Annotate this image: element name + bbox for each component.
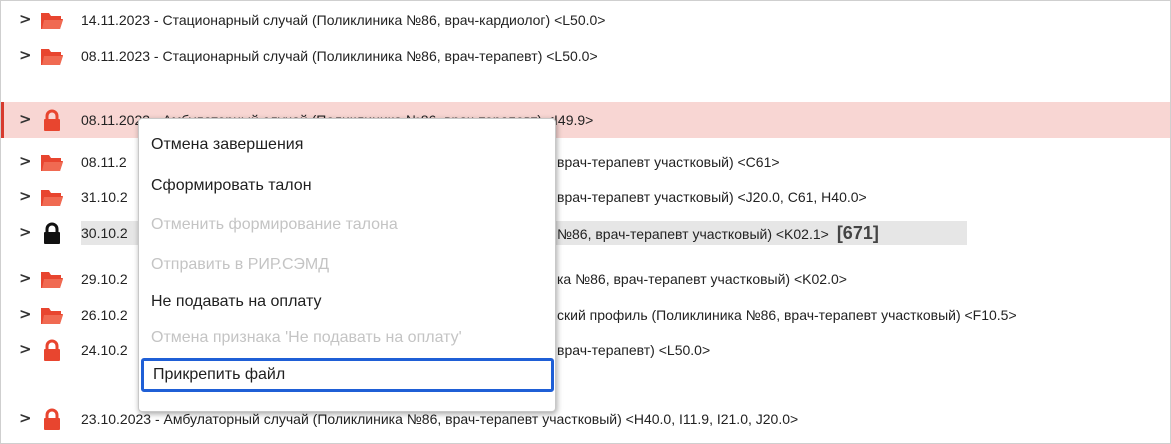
menu-item-send-semd: Отправить в РИР.СЭМД: [151, 256, 330, 273]
open-folder-icon: [41, 13, 63, 29]
chevron-right-icon[interactable]: >: [19, 408, 32, 428]
list-item-label-tail: №86, врач-терапевт участковый) <K02.1> [6…: [557, 221, 879, 245]
list-item-label-tail: врач-терапевт участковый) <J20.0, C61, H…: [557, 189, 867, 205]
list-item-label-tail: врач-терапевт участковый) <C61>: [557, 154, 780, 170]
black-lock-icon: [44, 222, 60, 244]
menu-item-attach-file[interactable]: Прикрепить файл: [141, 358, 554, 392]
chevron-right-icon[interactable]: >: [19, 268, 32, 288]
list-item-label: 08.11.2: [81, 154, 127, 170]
chevron-right-icon[interactable]: >: [19, 186, 32, 206]
menu-item-generate-ticket[interactable]: Сформировать талон: [139, 169, 555, 203]
open-folder-icon: [41, 155, 63, 171]
red-lock-icon: [44, 408, 60, 430]
open-folder-icon: [41, 49, 63, 65]
list-item-label: 14.11.2023 - Стационарный случай (Поликл…: [81, 12, 606, 28]
list-item-label-tail: ка №86, врач-терапевт участковый) <K02.0…: [557, 271, 847, 287]
list-item-tail-text: №86, врач-терапевт участковый) <K02.1>: [557, 226, 829, 242]
menu-item-cancel-ticket: Отменить формирование талона: [151, 216, 398, 233]
open-folder-icon: [41, 190, 63, 206]
chevron-right-icon[interactable]: >: [19, 304, 32, 324]
chevron-right-icon[interactable]: >: [19, 151, 32, 171]
menu-item-do-not-pay[interactable]: Не подавать на оплату: [139, 285, 555, 319]
count-badge: [671]: [836, 223, 879, 243]
list-item-label: 24.10.2: [81, 342, 128, 358]
list-item[interactable]: > 08.11.2023 - Стационарный случай (Поли…: [1, 38, 1170, 74]
list-item-label-tail: ский профиль (Поликлиника №86, врач-тера…: [557, 307, 1017, 323]
open-folder-icon: [41, 308, 63, 324]
menu-item-cancel-do-not-pay: Отмена признака 'Не подавать на оплату': [151, 329, 462, 346]
open-folder-icon: [41, 272, 63, 288]
list-item-label: 29.10.2: [81, 271, 128, 287]
list-item-label: 26.10.2: [81, 307, 128, 323]
chevron-right-icon[interactable]: >: [19, 222, 32, 242]
context-menu: Отмена завершения Сформировать талон Отм…: [138, 118, 556, 412]
list-item-label: 23.10.2023 - Амбулаторный случай (Поликл…: [81, 411, 799, 427]
chevron-right-icon[interactable]: >: [19, 45, 32, 65]
selection-marker: [1, 102, 4, 138]
list-item-label: 31.10.2: [81, 189, 128, 205]
chevron-right-icon[interactable]: >: [19, 109, 32, 129]
chevron-right-icon[interactable]: >: [19, 339, 32, 359]
list-item-label-tail: врач-терапевт) <L50.0>: [557, 342, 711, 358]
visit-list-panel: > 14.11.2023 - Стационарный случай (Поли…: [0, 0, 1171, 444]
list-item-label: 08.11.2023 - Стационарный случай (Поликл…: [81, 48, 598, 64]
menu-item-cancel-completion[interactable]: Отмена завершения: [139, 128, 555, 162]
chevron-right-icon[interactable]: >: [19, 9, 32, 29]
list-item[interactable]: > 14.11.2023 - Стационарный случай (Поли…: [1, 2, 1170, 38]
red-lock-icon: [44, 109, 60, 131]
red-lock-icon: [44, 339, 60, 361]
